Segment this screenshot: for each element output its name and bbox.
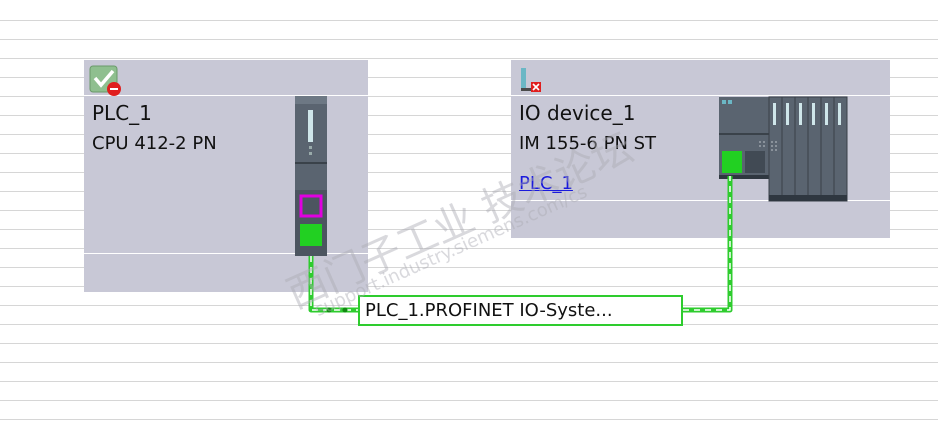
profinet-io-system-label[interactable]: PLC_1.PROFINET IO-Syste... [358,295,683,326]
plc-device-box[interactable]: PLC_1 CPU 412-2 PN [84,60,368,292]
io-device-name: IO device_1 [519,101,636,125]
io-device-box[interactable]: IO device_1 IM 155-6 PN ST PLC_1 [511,60,890,238]
plc-type: CPU 412-2 PN [92,133,217,154]
io-controller-link[interactable]: PLC_1 [519,173,573,194]
checkmark-with-error-icon[interactable] [89,65,123,99]
device-not-assigned-icon[interactable] [519,67,543,95]
cpu-module-icon[interactable] [295,96,327,256]
plc-name: PLC_1 [92,101,152,125]
io-device-type: IM 155-6 PN ST [519,133,657,154]
et200sp-station-icon[interactable] [719,95,851,203]
